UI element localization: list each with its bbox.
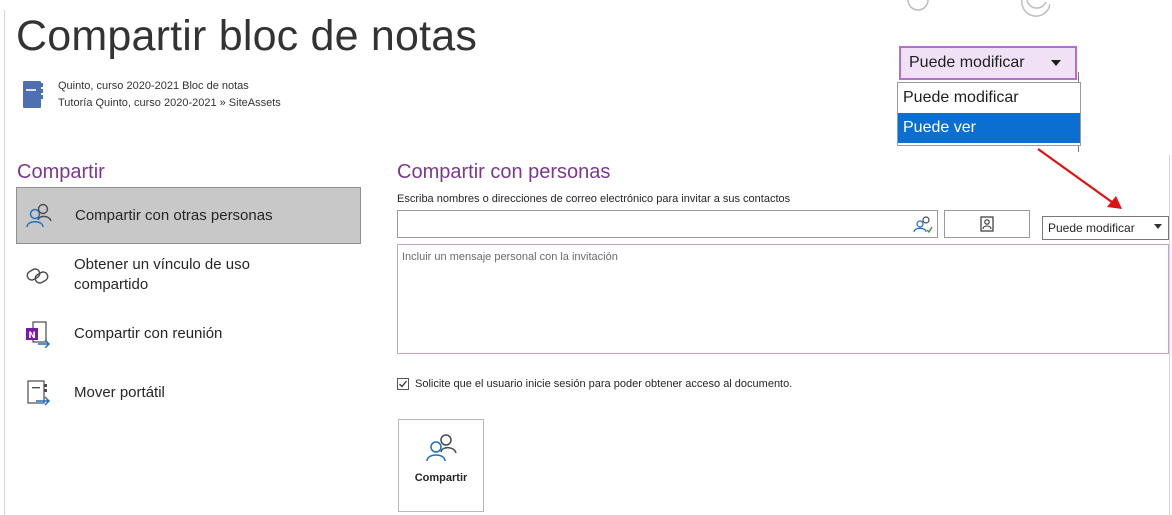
option-puede-modificar[interactable]: Puede modificar — [898, 83, 1080, 113]
checkmark-icon — [399, 380, 408, 388]
notebook-name: Quinto, curso 2020-2021 Bloc de notas — [58, 80, 249, 92]
window-control-icon — [907, 0, 1050, 17]
nav-item-share-with-people[interactable]: Compartir con otras personas — [16, 187, 361, 244]
inset-options-list: Puede modificar Puede ver — [897, 82, 1081, 146]
chevron-down-icon — [1154, 224, 1162, 229]
page-title: Compartir bloc de notas — [16, 12, 478, 60]
share-button-label: Compartir — [414, 472, 468, 484]
notebook-info: Quinto, curso 2020-2021 Bloc de notas Tu… — [22, 78, 281, 112]
inset-selected-value: Puede modificar — [909, 54, 1025, 71]
notebook-icon — [23, 81, 43, 108]
share-panel-title: Compartir con personas — [397, 161, 611, 183]
check-names-icon[interactable] — [913, 215, 933, 233]
address-book-icon — [980, 216, 994, 232]
chevron-down-icon — [1051, 60, 1061, 66]
section-title-compartir: Compartir — [17, 161, 105, 183]
require-signin-checkbox[interactable] — [397, 378, 409, 390]
permission-dropdown-inset: Puede modificar Puede modificar Puede ve… — [888, 32, 1089, 153]
people-icon — [26, 203, 52, 227]
right-divider — [1169, 155, 1170, 515]
personal-message-input[interactable] — [397, 244, 1169, 354]
move-notebook-icon — [27, 380, 50, 406]
annotation-arrow-icon — [1037, 148, 1122, 209]
invite-label: Escriba nombres o direcciones de correo … — [397, 193, 791, 205]
require-signin-option[interactable]: Solicite que el usuario inicie sesión pa… — [397, 378, 792, 390]
share-nav: Compartir con otras personas Obtener un … — [16, 187, 361, 421]
left-divider — [4, 10, 5, 515]
nav-item-share-with-meeting[interactable]: N Compartir con reunión — [16, 306, 361, 362]
permission-value: Puede modificar — [1048, 221, 1135, 235]
svg-text:N: N — [28, 331, 36, 341]
option-puede-ver[interactable]: Puede ver — [898, 113, 1080, 143]
onenote-meeting-icon: N — [26, 321, 50, 348]
link-icon — [26, 268, 49, 284]
names-input[interactable] — [397, 210, 938, 238]
address-book-button[interactable] — [944, 210, 1030, 238]
require-signin-label: Solicite que el usuario inicie sesión pa… — [415, 378, 793, 390]
permission-select[interactable]: Puede modificar — [1042, 216, 1169, 240]
nav-label: Compartir con reunión — [74, 325, 223, 342]
nav-label: Obtener un vínculo de uso compartido — [74, 256, 250, 293]
nav-label: Compartir con otras personas — [75, 206, 273, 224]
inset-permission-select[interactable]: Puede modificar — [899, 46, 1077, 80]
nav-label: Mover portátil — [74, 384, 165, 401]
notebook-location: Tutoría Quinto, curso 2020-2021 » SiteAs… — [58, 97, 281, 109]
share-button[interactable]: Compartir — [398, 419, 484, 512]
people-icon — [426, 434, 457, 462]
nav-item-get-sharing-link[interactable]: Obtener un vínculo de uso compartido — [16, 247, 361, 303]
nav-item-move-notebook[interactable]: Mover portátil — [16, 365, 361, 421]
